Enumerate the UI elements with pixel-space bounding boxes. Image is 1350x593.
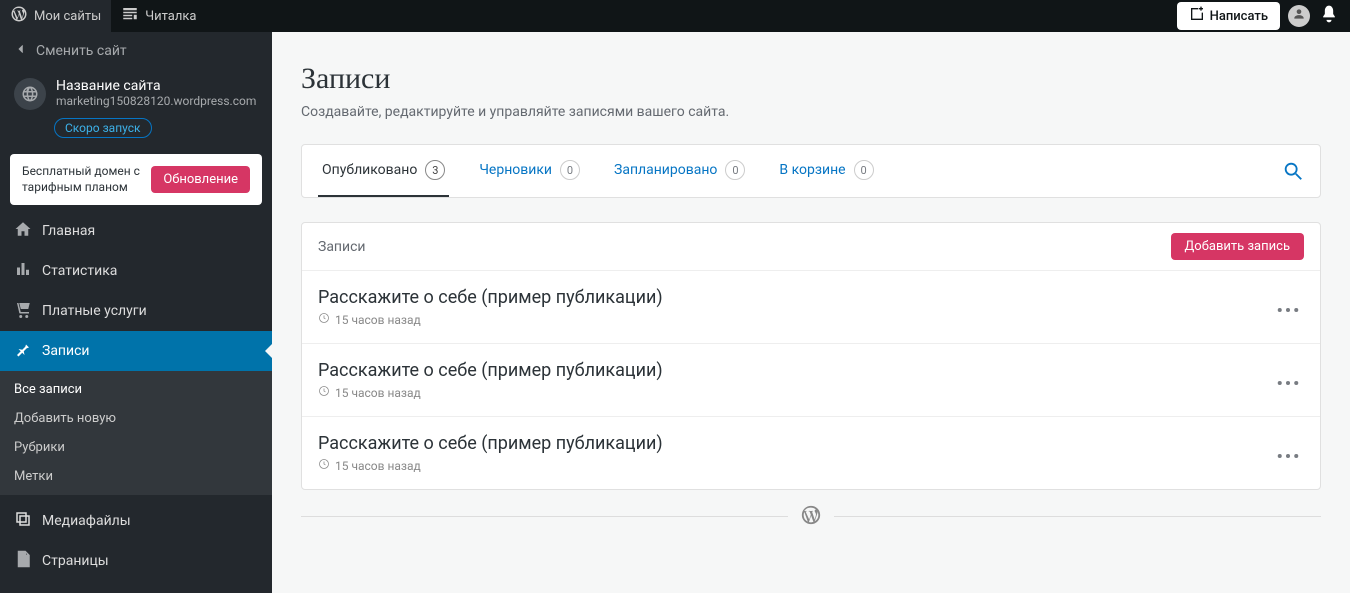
main-content: Записи Создавайте, редактируйте и управл…	[272, 32, 1350, 593]
site-icon	[14, 78, 46, 110]
add-post-button[interactable]: Добавить запись	[1171, 233, 1304, 260]
top-bar: Мои сайты Читалка Написать	[0, 0, 1350, 32]
pin-icon	[14, 340, 32, 362]
search-icon	[1282, 167, 1304, 186]
tab-drafts-label: Черновики	[479, 162, 552, 178]
tab-scheduled[interactable]: Запланировано 0	[610, 145, 749, 197]
post-title: Расскажите о себе (пример публикации)	[318, 360, 1272, 381]
sub-tags[interactable]: Метки	[0, 462, 272, 491]
topbar-reader-label: Читалка	[145, 9, 196, 24]
posts-submenu: Все записи Добавить новую Рубрики Метки	[0, 371, 272, 495]
nav-pages-label: Страницы	[42, 553, 109, 569]
home-icon	[14, 220, 32, 242]
bell-icon	[1319, 4, 1339, 28]
avatar[interactable]	[1288, 5, 1310, 27]
nav-paid-label: Платные услуги	[42, 303, 147, 319]
upsell-text: Бесплатный домен с тарифным планом	[22, 164, 141, 195]
footer-divider	[301, 516, 1321, 517]
clock-icon	[318, 458, 330, 473]
post-more-button[interactable]	[1272, 291, 1304, 323]
post-title: Расскажите о себе (пример публикации)	[318, 287, 1272, 308]
page-subtitle: Создавайте, редактируйте и управляйте за…	[301, 104, 1321, 120]
nav-pages[interactable]: Страницы	[0, 541, 272, 581]
pages-icon	[14, 550, 32, 572]
tab-published-label: Опубликовано	[322, 162, 417, 178]
tab-published-count: 3	[425, 160, 445, 180]
tab-trashed-count: 0	[854, 160, 874, 180]
stats-icon	[14, 260, 32, 282]
nav-posts-label: Записи	[42, 343, 90, 359]
write-button[interactable]: Написать	[1177, 2, 1280, 30]
posts-list-card: Записи Добавить запись Расскажите о себе…	[301, 222, 1321, 490]
write-icon	[1189, 6, 1205, 26]
wordpress-icon	[10, 5, 28, 27]
post-row[interactable]: Расскажите о себе (пример публикации) 15…	[302, 271, 1320, 344]
page-title: Записи	[301, 62, 1321, 96]
more-icon	[1277, 371, 1299, 390]
switch-site-link[interactable]: Сменить сайт	[0, 32, 272, 70]
clock-icon	[318, 312, 330, 327]
post-time: 15 часов назад	[335, 313, 421, 327]
tab-scheduled-label: Запланировано	[614, 162, 717, 178]
search-button[interactable]	[1282, 160, 1304, 182]
nav-home[interactable]: Главная	[0, 211, 272, 251]
upgrade-button[interactable]: Обновление	[151, 166, 250, 193]
switch-site-label: Сменить сайт	[36, 43, 127, 59]
post-more-button[interactable]	[1272, 437, 1304, 469]
post-meta: 15 часов назад	[318, 385, 1272, 400]
post-meta: 15 часов назад	[318, 458, 1272, 473]
post-meta: 15 часов назад	[318, 312, 1272, 327]
write-button-label: Написать	[1210, 9, 1268, 24]
notifications-button[interactable]	[1318, 5, 1340, 27]
topbar-my-sites-label: Мои сайты	[34, 9, 101, 24]
launch-soon-badge[interactable]: Скоро запуск	[54, 118, 152, 138]
post-time: 15 часов назад	[335, 459, 421, 473]
more-icon	[1277, 298, 1299, 317]
reader-icon	[121, 5, 139, 27]
tabs-bar: Опубликовано 3 Черновики 0 Запланировано…	[301, 144, 1321, 198]
nav-posts[interactable]: Записи	[0, 331, 272, 371]
tab-drafts[interactable]: Черновики 0	[475, 145, 584, 197]
sidebar: Сменить сайт Название сайта marketing150…	[0, 32, 272, 593]
sub-categories[interactable]: Рубрики	[0, 433, 272, 462]
chevron-left-icon	[14, 42, 28, 60]
nav-paid[interactable]: Платные услуги	[0, 291, 272, 331]
tab-scheduled-count: 0	[725, 160, 745, 180]
sub-add-new[interactable]: Добавить новую	[0, 404, 272, 433]
upsell-card: Бесплатный домен с тарифным планом Обнов…	[10, 154, 262, 205]
nav-media-label: Медиафайлы	[42, 513, 131, 529]
topbar-my-sites[interactable]: Мои сайты	[0, 0, 111, 32]
site-url: marketing150828120.wordpress.com	[56, 94, 258, 108]
post-more-button[interactable]	[1272, 364, 1304, 396]
nav-media[interactable]: Медиафайлы	[0, 501, 272, 541]
tab-trashed-label: В корзине	[779, 162, 845, 178]
user-icon	[1292, 7, 1306, 25]
post-row[interactable]: Расскажите о себе (пример публикации) 15…	[302, 344, 1320, 417]
more-icon	[1277, 444, 1299, 463]
list-header-title: Записи	[318, 239, 366, 255]
nav-comments[interactable]: Комментарии	[0, 581, 272, 593]
nav-home-label: Главная	[42, 223, 95, 239]
media-icon	[14, 510, 32, 532]
tab-published[interactable]: Опубликовано 3	[318, 145, 449, 197]
post-row[interactable]: Расскажите о себе (пример публикации) 15…	[302, 417, 1320, 489]
post-time: 15 часов назад	[335, 386, 421, 400]
post-title: Расскажите о себе (пример публикации)	[318, 433, 1272, 454]
tab-trashed[interactable]: В корзине 0	[775, 145, 877, 197]
footer-wp-logo	[788, 504, 834, 530]
clock-icon	[318, 385, 330, 400]
nav-stats-label: Статистика	[42, 263, 117, 279]
site-info-block[interactable]: Название сайта marketing150828120.wordpr…	[0, 70, 272, 114]
nav-stats[interactable]: Статистика	[0, 251, 272, 291]
sub-all-posts[interactable]: Все записи	[0, 375, 272, 404]
topbar-reader[interactable]: Читалка	[111, 0, 206, 32]
site-name: Название сайта	[56, 78, 258, 94]
tab-drafts-count: 0	[560, 160, 580, 180]
cart-icon	[14, 300, 32, 322]
